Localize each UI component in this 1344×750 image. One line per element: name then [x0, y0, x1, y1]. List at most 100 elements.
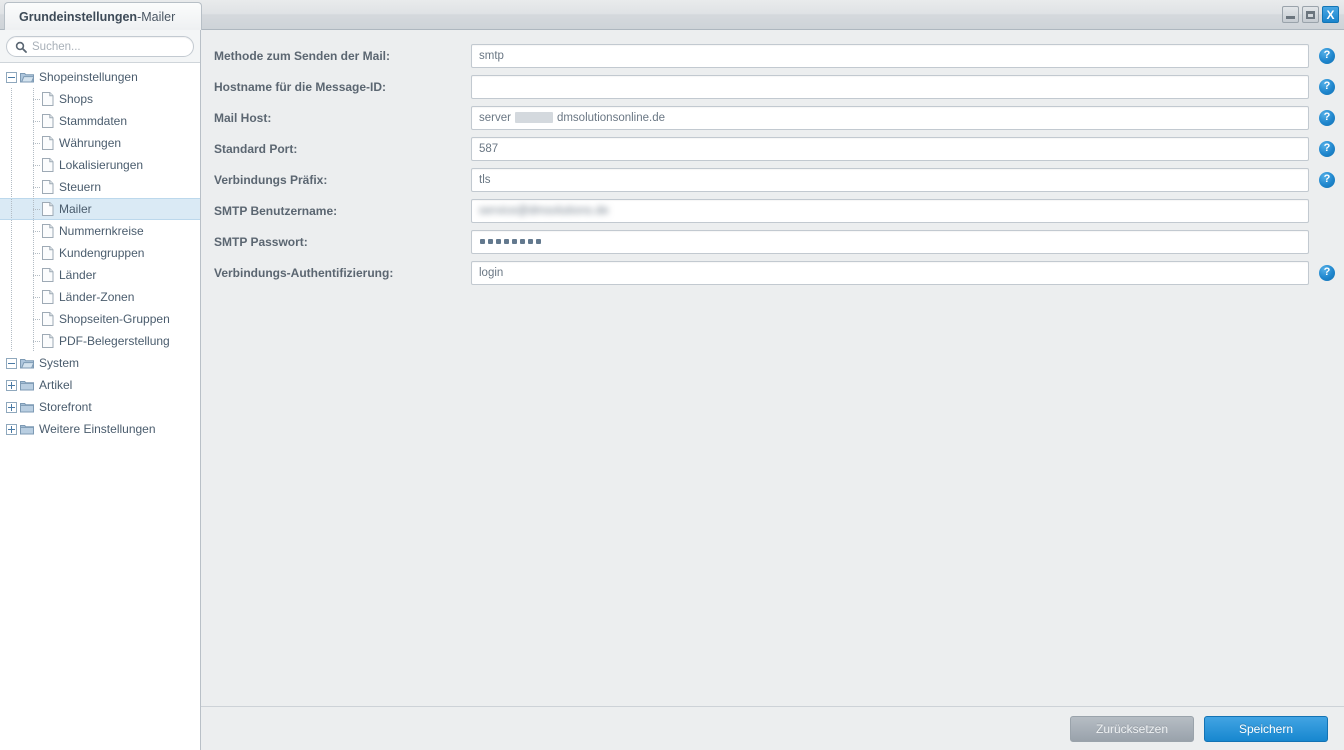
- close-button[interactable]: X: [1322, 6, 1339, 23]
- file-icon: [42, 224, 54, 238]
- file-icon: [42, 92, 54, 106]
- save-button[interactable]: Speichern: [1204, 715, 1328, 742]
- tree-toggle-expand[interactable]: [6, 379, 17, 391]
- sidebar-item-label: Lokalisierungen: [59, 158, 144, 172]
- window-titlebar: Grundeinstellungen - Mailer X: [0, 0, 1344, 30]
- file-icon: [42, 312, 54, 326]
- sidebar-item-system[interactable]: System: [0, 352, 200, 374]
- reset-button[interactable]: Zurücksetzen: [1070, 715, 1194, 742]
- tree-guide-line: [11, 220, 12, 242]
- password-dot: [504, 239, 509, 244]
- help-icon[interactable]: ?: [1319, 109, 1335, 126]
- sidebar-item-nummernkreise[interactable]: Nummernkreise: [0, 219, 200, 242]
- tree-connector: [28, 87, 40, 110]
- help-icon[interactable]: ?: [1319, 171, 1335, 188]
- sidebar-item-l-nder[interactable]: Länder: [0, 263, 200, 286]
- file-icon: [42, 136, 54, 150]
- search-input[interactable]: [32, 40, 185, 53]
- maximize-button[interactable]: [1302, 6, 1319, 23]
- tree-toggle-expand[interactable]: [6, 423, 17, 435]
- field-input[interactable]: service@dmsolutions.de: [471, 198, 1309, 223]
- tree-connector: [28, 263, 40, 286]
- sidebar-item-stammdaten[interactable]: Stammdaten: [0, 109, 200, 132]
- settings-window: Grundeinstellungen - Mailer X Suchen... …: [0, 0, 1344, 750]
- password-mask: [479, 239, 541, 244]
- sidebar-item-shops[interactable]: Shops: [0, 87, 200, 110]
- help-icon[interactable]: ?: [1319, 264, 1335, 281]
- window-body: Shopeinstellungen Shops Stammdaten Währunge…: [0, 30, 1344, 750]
- field-input[interactable]: server dmsolutionsonline.de: [471, 105, 1309, 130]
- help-icon[interactable]: ?: [1319, 47, 1335, 64]
- window-title-tab[interactable]: Grundeinstellungen - Mailer: [4, 2, 203, 30]
- sidebar-item-label: Shopeinstellungen: [39, 70, 138, 84]
- field-input[interactable]: tls: [471, 167, 1309, 192]
- sidebar-item-pdf-belegerstellung[interactable]: PDF-Belegerstellung: [0, 329, 200, 352]
- sidebar-item-label: Weitere Einstellungen: [39, 422, 156, 436]
- tree-guide-line: [11, 286, 12, 308]
- file-icon: [42, 334, 54, 348]
- redaction-block: [514, 112, 553, 123]
- form-row: Hostname für die Message-ID:?: [201, 71, 1344, 102]
- password-dot: [528, 239, 533, 244]
- tree-guide-line: [11, 110, 12, 132]
- field-input[interactable]: login: [471, 260, 1309, 285]
- tree-guide-line: [11, 199, 12, 219]
- minimize-button[interactable]: [1282, 6, 1299, 23]
- field-input[interactable]: [471, 74, 1309, 99]
- field-input[interactable]: [471, 229, 1309, 254]
- folder-icon: [20, 425, 34, 435]
- file-icon: [42, 246, 54, 260]
- tree-guide-line: [11, 330, 12, 352]
- tree-toggle-collapse[interactable]: [6, 71, 17, 83]
- tree-guide-line: [11, 308, 12, 330]
- sidebar-item-shopseiten-gruppen[interactable]: Shopseiten-Gruppen: [0, 307, 200, 330]
- sidebar-item-weitere-einstellungen[interactable]: Weitere Einstellungen: [0, 418, 200, 440]
- tree-toggle-expand[interactable]: [6, 401, 17, 413]
- sidebar-item-lokalisierungen[interactable]: Lokalisierungen: [0, 153, 200, 176]
- tree-connector: [28, 131, 40, 154]
- window-controls: X: [1282, 6, 1339, 23]
- sidebar-item-mailer[interactable]: Mailer: [0, 197, 200, 220]
- sidebar-item-kundengruppen[interactable]: Kundengruppen: [0, 241, 200, 264]
- tree-toggle-collapse[interactable]: [6, 357, 17, 369]
- field-input[interactable]: smtp: [471, 43, 1309, 68]
- sidebar-item-label: Steuern: [59, 180, 102, 194]
- form-row: Verbindungs Präfix: tls?: [201, 164, 1344, 195]
- password-dot: [536, 239, 541, 244]
- minimize-icon: [1286, 15, 1295, 19]
- window-title-sub: Mailer: [141, 9, 176, 24]
- tree-connector: [28, 197, 40, 220]
- sidebar-item-l-nder-zonen[interactable]: Länder-Zonen: [0, 285, 200, 308]
- sidebar-item-shopeinstellungen[interactable]: Shopeinstellungen: [0, 66, 200, 88]
- sidebar-item-w-hrungen[interactable]: Währungen: [0, 131, 200, 154]
- content-panel: Methode zum Senden der Mail: smtp? Hostnam…: [201, 30, 1344, 750]
- search-box[interactable]: [6, 36, 194, 57]
- tree-connector: [28, 329, 40, 352]
- field-label: Standard Port:: [214, 141, 298, 156]
- sidebar-item-storefront[interactable]: Storefront: [0, 396, 200, 418]
- sidebar-item-artikel[interactable]: Artikel: [0, 374, 200, 396]
- help-icon[interactable]: ?: [1319, 140, 1335, 157]
- tree-guide-line: [11, 176, 12, 198]
- field-value-prefix: server: [479, 111, 511, 124]
- help-icon[interactable]: ?: [1319, 78, 1335, 95]
- tree-connector: [28, 153, 40, 176]
- sidebar-item-steuern[interactable]: Steuern: [0, 175, 200, 198]
- file-icon: [42, 180, 54, 194]
- footer-toolbar: Zurücksetzen Speichern: [201, 706, 1344, 750]
- tree-connector: [28, 307, 40, 330]
- tree-guide-line: [11, 88, 12, 110]
- field-label: Verbindungs Präfix:: [214, 172, 328, 187]
- sidebar-item-label: Länder-Zonen: [59, 290, 135, 304]
- field-label: Verbindungs-Authentifizierung:: [214, 265, 394, 280]
- field-label: Mail Host:: [214, 110, 272, 125]
- maximize-icon: [1306, 10, 1315, 19]
- folder-open-icon: [20, 359, 34, 369]
- folder-icon: [20, 381, 34, 391]
- field-label: Methode zum Senden der Mail:: [214, 48, 391, 63]
- sidebar-item-label: Kundengruppen: [59, 246, 145, 260]
- window-title-main: Grundeinstellungen: [19, 9, 138, 24]
- field-input[interactable]: 587: [471, 136, 1309, 161]
- form-row: Methode zum Senden der Mail: smtp?: [201, 40, 1344, 71]
- form-row: Verbindungs-Authentifizierung: login?: [201, 257, 1344, 288]
